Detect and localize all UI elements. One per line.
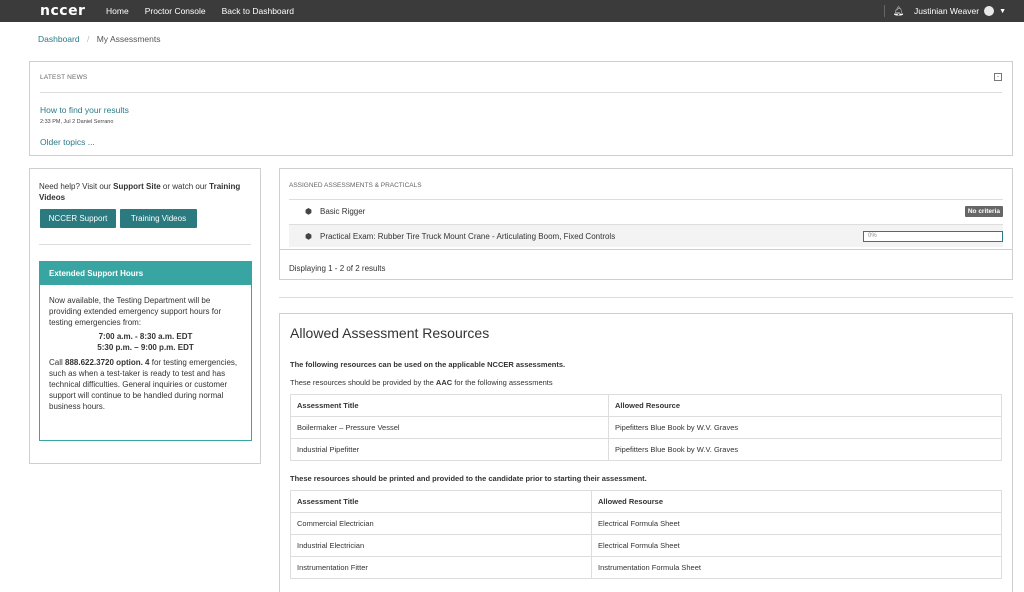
latest-news-header: LATEST NEWS	[40, 74, 88, 81]
breadcrumb-separator: /	[86, 34, 90, 44]
table-header-row: Assessment Title Allowed Resource	[290, 394, 1002, 417]
assessment-title[interactable]: Practical Exam: Rubber Tire Truck Mount …	[320, 232, 615, 241]
table-cell: Instrumentation Formula Sheet	[591, 556, 1002, 579]
cube-icon: ⬢	[305, 231, 312, 241]
table-cell: Electrical Formula Sheet	[591, 534, 1002, 557]
latest-news-panel: LATEST NEWS - How to find your results 2…	[29, 61, 1013, 156]
user-menu[interactable]: 🔔︎ Justinian Weaver ▼	[893, 0, 1006, 22]
help-panel: Need help? Visit our Support Site or wat…	[29, 168, 261, 464]
extended-support-title: Extended Support Hours	[40, 262, 251, 285]
top-navbar: nccer Home Proctor Console Back to Dashb…	[0, 0, 1024, 22]
nav-separator	[884, 5, 885, 17]
table-header: Assessment Title	[290, 490, 592, 513]
allowed-resources-panel: Allowed Assessment Resources The followi…	[279, 313, 1013, 592]
caret-down-icon[interactable]: ▼	[999, 8, 1006, 15]
table-header: Allowed Resourse	[591, 490, 1002, 513]
table-row: Industrial Electrician Electrical Formul…	[290, 534, 1002, 557]
help-text-b: or watch our	[160, 182, 210, 191]
table-cell: Instrumentation Fitter	[290, 556, 592, 579]
table-cell: Pipefitters Blue Book by W.V. Graves	[608, 416, 1002, 439]
table-cell: Pipefitters Blue Book by W.V. Graves	[608, 438, 1002, 461]
support-times: 7:00 a.m. - 8:30 a.m. EDT 5:30 p.m. – 9:…	[49, 331, 242, 353]
assigned-assessments-panel: ASSIGNED ASSESSMENTS & PRACTICALS ⬢ Basi…	[279, 168, 1013, 280]
breadcrumb-dashboard-link[interactable]: Dashboard	[38, 34, 80, 44]
extended-support-box: Extended Support Hours Now available, th…	[39, 261, 252, 441]
table-cell: Boilermaker – Pressure Vessel	[290, 416, 609, 439]
extended-support-call: Call 888.622.3720 option. 4 for testing …	[49, 357, 242, 412]
results-count: Displaying 1 - 2 of 2 results	[289, 264, 386, 273]
status-badge: No criteria	[964, 206, 1003, 217]
training-videos-button[interactable]: Training Videos	[120, 209, 197, 228]
nccer-support-button[interactable]: NCCER Support	[40, 209, 116, 228]
table-header: Allowed Resource	[608, 394, 1002, 417]
table-cell: Commercial Electrician	[290, 512, 592, 535]
table-cell: Electrical Formula Sheet	[591, 512, 1002, 535]
resources-table-printed: Assessment Title Allowed Resourse Commer…	[290, 490, 1002, 579]
older-topics-link[interactable]: Older topics ...	[40, 137, 95, 147]
resources-subtitle: The following resources can be used on t…	[290, 360, 566, 369]
assigned-footer-divider	[280, 249, 1012, 250]
news-item-link[interactable]: How to find your results	[40, 105, 129, 115]
breadcrumb: Dashboard / My Assessments	[38, 34, 161, 44]
assessment-row[interactable]: ⬢ Practical Exam: Rubber Tire Truck Moun…	[289, 224, 1003, 247]
support-site-text: Support Site	[113, 182, 161, 191]
help-text-a: Need help? Visit our	[39, 182, 114, 191]
resources-note: These resources should be provided by th…	[290, 378, 553, 387]
assessment-title[interactable]: Basic Rigger	[320, 207, 365, 216]
nav-proctor-console-link[interactable]: Proctor Console	[145, 6, 206, 16]
avatar[interactable]	[984, 6, 995, 16]
nccer-logo[interactable]: nccer	[40, 3, 90, 19]
resources-subtitle-printed: These resources should be printed and pr…	[290, 474, 647, 483]
table-row: Commercial Electrician Electrical Formul…	[290, 512, 1002, 535]
support-time-morning: 7:00 a.m. - 8:30 a.m. EDT	[98, 332, 193, 341]
news-item-meta: 2:33 PM, Jul 2 Daniel Serrano	[40, 119, 114, 125]
table-header: Assessment Title	[290, 394, 609, 417]
note-text-a: These resources should be provided by th…	[290, 378, 436, 387]
support-phone: 888.622.3720 option. 4	[65, 358, 150, 367]
table-row: Boilermaker – Pressure Vessel Pipefitter…	[290, 416, 1002, 439]
extended-support-intro: Now available, the Testing Department wi…	[49, 296, 222, 327]
table-row: Instrumentation Fitter Instrumentation F…	[290, 556, 1002, 579]
progress-bar: 0%	[863, 231, 1003, 242]
note-text-b: for the following assessments	[452, 378, 553, 387]
table-cell: Industrial Electrician	[290, 534, 592, 557]
support-time-evening: 5:30 p.m. – 9:00 p.m. EDT	[97, 343, 194, 352]
news-divider	[40, 92, 1002, 93]
table-header-row: Assessment Title Allowed Resourse	[290, 490, 1002, 513]
assessment-row[interactable]: ⬢ Basic Rigger No criteria	[289, 200, 1003, 223]
section-divider	[279, 297, 1013, 298]
note-aac: AAC	[435, 378, 453, 387]
resources-title: Allowed Assessment Resources	[290, 325, 490, 341]
help-text: Need help? Visit our Support Site or wat…	[39, 181, 249, 203]
bell-icon[interactable]: 🔔︎	[893, 6, 904, 17]
assigned-header: ASSIGNED ASSESSMENTS & PRACTICALS	[289, 182, 422, 189]
user-name[interactable]: Justinian Weaver	[914, 6, 979, 16]
collapse-icon[interactable]: -	[994, 73, 1002, 81]
breadcrumb-current: My Assessments	[96, 34, 161, 44]
extended-support-body: Now available, the Testing Department wi…	[40, 285, 251, 412]
table-row: Industrial Pipefitter Pipefitters Blue B…	[290, 438, 1002, 461]
nav-back-to-dashboard-link[interactable]: Back to Dashboard	[222, 6, 294, 16]
table-cell: Industrial Pipefitter	[290, 438, 609, 461]
help-divider	[39, 244, 251, 245]
resources-table-aac: Assessment Title Allowed Resource Boiler…	[290, 394, 1002, 461]
call-text-a: Call	[49, 358, 66, 367]
cube-icon: ⬢	[305, 207, 312, 216]
nav-home-link[interactable]: Home	[106, 6, 129, 16]
